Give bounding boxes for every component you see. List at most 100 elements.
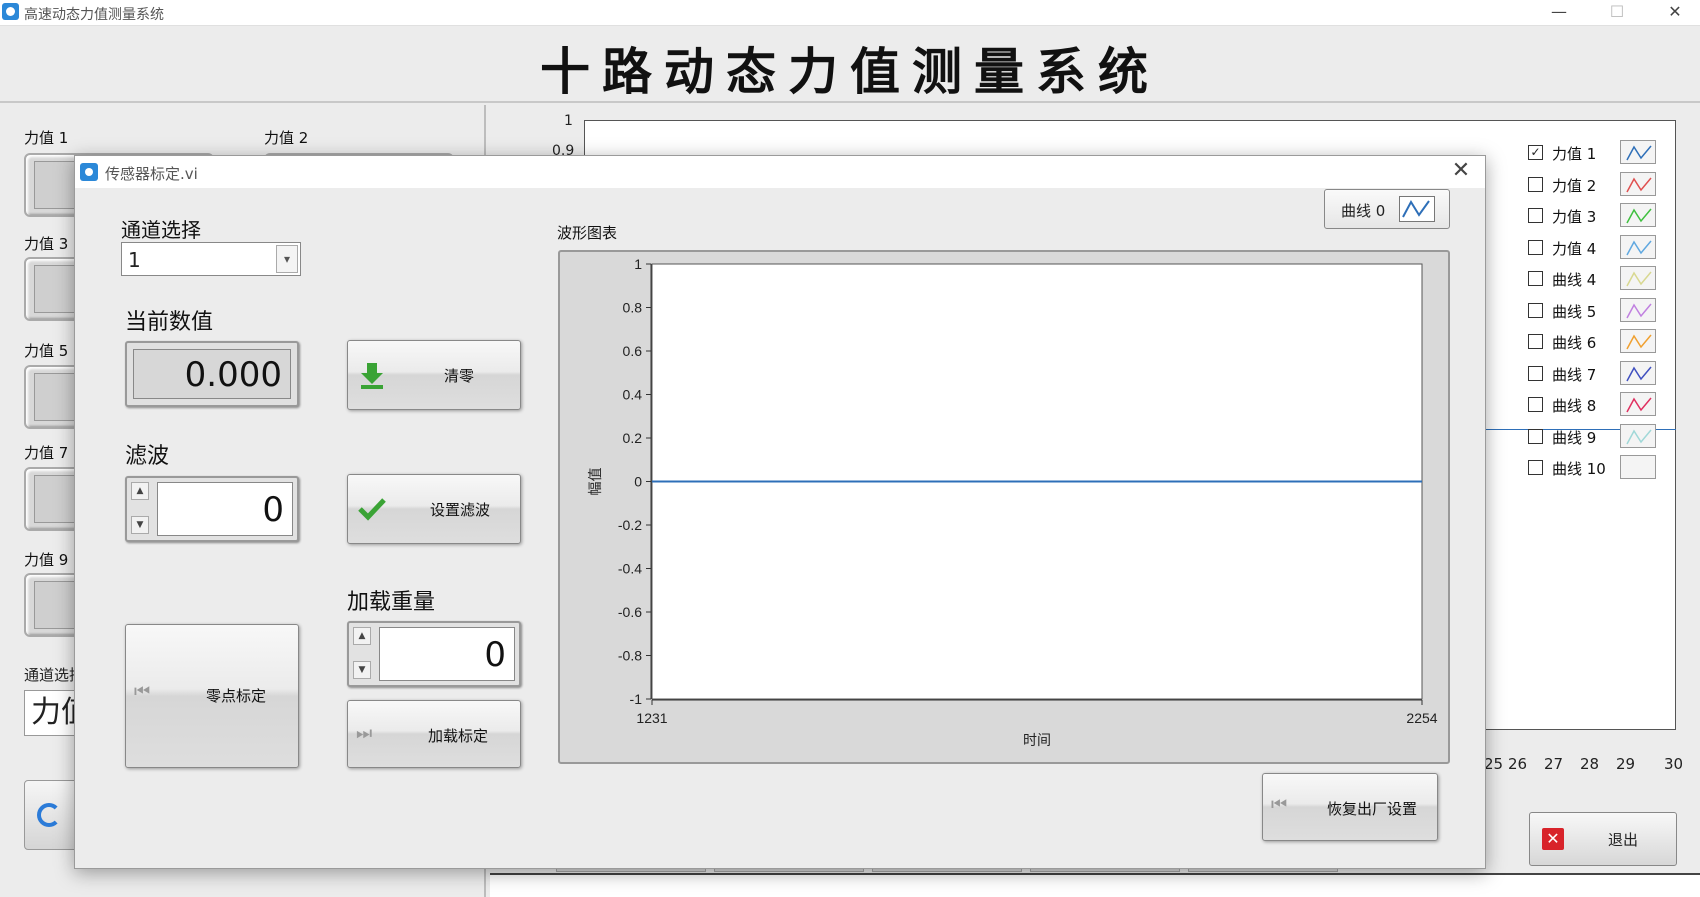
current-value-indicator: 0.000 [125, 341, 299, 407]
set-filter-button[interactable]: 设置滤波 [347, 474, 521, 544]
waveform-chart: 1 0.8 0.6 0.4 0.2 0 -0.2 -0.4 -0.6 -0.8 -1 1231 2254… [558, 250, 1450, 764]
load-weight-input[interactable]: 0 [379, 627, 515, 681]
y-tick-label: -0.6 [618, 604, 642, 620]
force-label-2: 力值 2 [264, 129, 309, 147]
main-x-tick: 30 [1664, 755, 1684, 773]
legend-label: 曲线 10 [1552, 460, 1606, 478]
legend-swatch[interactable] [1620, 455, 1656, 479]
exit-button[interactable]: ✕ 退出 [1529, 812, 1677, 866]
legend-item[interactable]: 曲线 7 [1528, 360, 1698, 387]
legend-checkbox[interactable] [1528, 271, 1543, 286]
clear-button-label: 清零 [444, 367, 475, 385]
legend-label: 力值 4 [1552, 239, 1597, 258]
main-x-tick: 25 [1484, 755, 1504, 773]
current-value-label: 当前数值 [125, 310, 214, 335]
main-x-tick: 29 [1616, 755, 1636, 773]
legend-checkbox[interactable] [1528, 428, 1543, 444]
legend-swatch[interactable] [1620, 360, 1656, 385]
chevron-down-icon[interactable]: ▾ [276, 245, 298, 273]
legend-checkbox[interactable] [1528, 208, 1543, 223]
legend-checkbox[interactable] [1528, 397, 1543, 412]
skip-back-icon: ⏮ [134, 681, 151, 702]
restore-factory-button[interactable]: ⏮ 恢复出厂设置 [1262, 773, 1438, 841]
legend-item[interactable]: 曲线 9 [1528, 423, 1698, 450]
decrement-arrow[interactable]: ▼ [353, 661, 371, 679]
y-tick-label: 1 [634, 256, 642, 272]
header-banner: 十路动态力值测量系统 [0, 27, 1700, 103]
filter-label: 滤波 [125, 444, 170, 469]
legend-checkbox[interactable] [1528, 365, 1543, 381]
legend-item[interactable]: 力值 4 [1528, 234, 1698, 261]
close-window-button[interactable]: ✕ [1652, 0, 1698, 26]
increment-arrow[interactable]: ▲ [131, 482, 149, 500]
legend-checkbox[interactable] [1528, 239, 1543, 255]
legend-item[interactable]: ✓ 力值 1 [1528, 140, 1698, 166]
chart-caption: 波形图表 [557, 224, 618, 242]
download-arrow-icon [361, 363, 383, 389]
dialog-close-button[interactable]: ✕ [1447, 159, 1475, 185]
legend-swatch[interactable] [1620, 266, 1656, 290]
main-x-tick: 27 [1544, 755, 1564, 773]
legend-label: 曲线 5 [1552, 302, 1597, 321]
legend-label: 曲线 8 [1552, 397, 1597, 415]
legend-label: 曲线 6 [1552, 334, 1597, 352]
main-x-tick: 26 [1508, 755, 1528, 773]
legend-checkbox[interactable]: ✓ [1528, 145, 1543, 160]
skip-forward-icon: ⏭ [356, 723, 373, 744]
clear-button[interactable]: 清零 [347, 340, 521, 410]
load-weight-numeric: ▲ ▼ 0 [347, 621, 521, 687]
legend-item[interactable]: 力值 3 [1528, 203, 1698, 229]
filter-numeric: ▲ ▼ 0 [125, 476, 299, 542]
legend-label: 曲线 9 [1552, 428, 1597, 447]
x-tick-label: 1231 [636, 710, 667, 726]
force-label-1: 力值 1 [24, 129, 69, 147]
load-weight-label: 加载重量 [347, 590, 436, 615]
checkmark-icon [358, 498, 386, 521]
chart-legend[interactable]: 曲线 0 [1324, 189, 1450, 229]
legend-swatch[interactable] [1620, 392, 1656, 416]
legend-label: 力值 2 [1552, 176, 1597, 195]
legend-checkbox[interactable] [1528, 302, 1543, 318]
legend-item[interactable]: 曲线 10 [1528, 455, 1698, 481]
legend-swatch[interactable] [1620, 297, 1656, 322]
curve-0-label: 曲线 0 [1341, 202, 1386, 220]
legend-checkbox[interactable] [1528, 460, 1543, 475]
legend-item[interactable]: 曲线 5 [1528, 297, 1698, 324]
legend-label: 力值 3 [1552, 208, 1597, 226]
legend-label: 曲线 4 [1552, 271, 1597, 289]
legend-checkbox[interactable] [1528, 176, 1543, 192]
y-tick-label: 0 [634, 474, 642, 490]
main-window-title: 高速动态力值测量系统 [24, 7, 164, 23]
decrement-arrow[interactable]: ▼ [131, 516, 149, 534]
maximize-button[interactable]: ☐ [1594, 0, 1640, 26]
y-tick-label: -0.8 [618, 648, 642, 664]
load-calibration-button[interactable]: ⏭ 加载标定 [347, 700, 521, 768]
force-label-3: 力值 3 [24, 235, 69, 253]
x-axis-label: 时间 [1023, 732, 1051, 748]
legend-swatch[interactable] [1620, 171, 1656, 196]
y-tick-label: -0.2 [618, 517, 642, 533]
legend-swatch[interactable] [1620, 234, 1656, 259]
legend-swatch[interactable] [1620, 203, 1656, 227]
zero-calibration-button[interactable]: ⏮ 零点标定 [125, 624, 299, 768]
restore-factory-label: 恢复出厂设置 [1327, 800, 1418, 818]
legend-item[interactable]: 曲线 6 [1528, 329, 1698, 355]
legend-swatch[interactable] [1620, 423, 1656, 448]
main-x-tick: 28 [1580, 755, 1600, 773]
legend-item[interactable]: 曲线 8 [1528, 392, 1698, 418]
legend-swatch[interactable] [1620, 140, 1656, 164]
close-red-icon: ✕ [1542, 828, 1564, 850]
force-label-5: 力值 5 [24, 342, 69, 360]
legend-checkbox[interactable] [1528, 334, 1543, 349]
legend-item[interactable]: 力值 2 [1528, 171, 1698, 198]
system-title: 十路动态力值测量系统 [540, 43, 1160, 101]
legend-item[interactable]: 曲线 4 [1528, 266, 1698, 292]
minimize-button[interactable]: — [1536, 0, 1582, 26]
filter-input[interactable]: 0 [157, 482, 293, 536]
status-area [490, 873, 1700, 897]
legend-swatch[interactable] [1620, 329, 1656, 353]
app-icon [2, 3, 19, 20]
channel-select-dropdown[interactable]: 1 ▾ [121, 242, 301, 276]
increment-arrow[interactable]: ▲ [353, 627, 371, 645]
x-tick-label: 2254 [1406, 710, 1437, 726]
